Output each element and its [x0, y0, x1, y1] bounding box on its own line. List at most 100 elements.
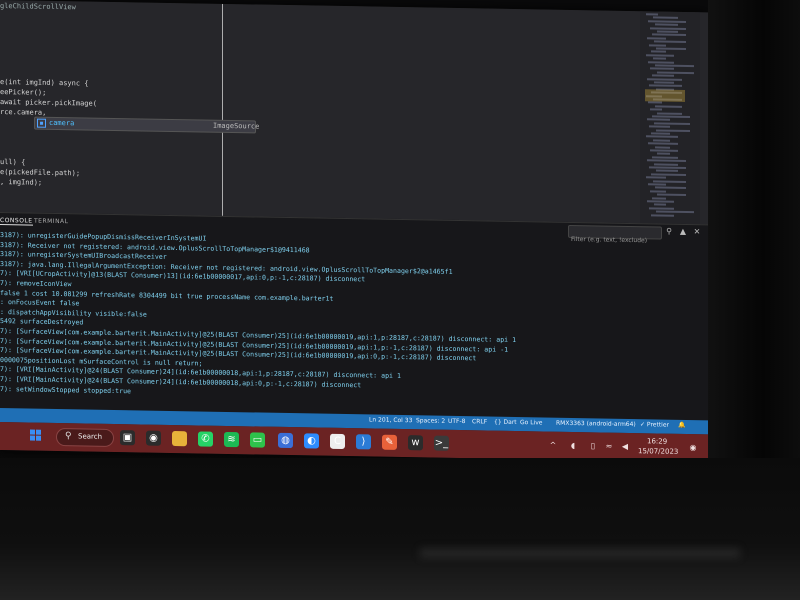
minimap-line: [646, 13, 658, 16]
capcut-glyph: C: [334, 435, 341, 447]
zoom-glyph: ◐: [307, 435, 316, 447]
code-line: eePicker();: [0, 88, 47, 97]
prettier-status[interactable]: ✓ Prettier: [640, 421, 669, 429]
filter-box[interactable]: [568, 224, 662, 247]
close-icon[interactable]: ✕: [692, 227, 702, 237]
lock-icon[interactable]: ▲: [678, 227, 688, 237]
minimap-line: [649, 84, 682, 88]
suggestion-label: camera: [49, 118, 75, 128]
minimap-line: [648, 101, 662, 104]
minimap-line: [650, 149, 678, 152]
minimap-line: [654, 163, 678, 166]
minimap-line: [650, 108, 662, 111]
code-line: e(int imgInd) async {: [0, 78, 89, 88]
code-line: , imgInd);: [0, 178, 43, 187]
suggestion-detail: ImageSource: [213, 121, 260, 131]
minimap-line: [653, 57, 666, 60]
minimap-line: [648, 20, 686, 23]
monitor-screen: gleChildScrollView e(int imgInd) async {…: [0, 0, 708, 463]
windows-start-icon[interactable]: [30, 429, 42, 442]
minimap-line: [655, 105, 682, 108]
file-explorer-icon[interactable]: [172, 431, 187, 447]
minimap-line: [646, 176, 666, 179]
minimap-line: [655, 146, 670, 149]
minimap-line: [652, 196, 666, 200]
minimap-line: [651, 173, 686, 176]
go-live-button[interactable]: Go Live: [520, 419, 542, 426]
minimap-line: [653, 16, 678, 20]
device-selector[interactable]: RMX3363 (android-arm64): [556, 420, 636, 428]
vscode-glyph: ⟩: [361, 436, 366, 448]
code-editor[interactable]: gleChildScrollView e(int imgInd) async {…: [0, 0, 708, 225]
autocomplete-suggestion[interactable]: ▪ camera ImageSource: [34, 116, 260, 134]
minimap-line: [657, 152, 670, 156]
whatsapp-glyph: ✆: [201, 433, 210, 445]
chat-glyph: ◍: [281, 434, 290, 447]
minimap-line: [651, 132, 670, 135]
minimap-line: [652, 156, 678, 159]
tab-debug-console[interactable]: Console: [0, 217, 33, 226]
bluetooth-icon[interactable]: ◖: [568, 441, 578, 450]
minimap-line: [650, 190, 666, 193]
minimap-line: [655, 186, 686, 190]
monitor-bezel-bottom: [0, 458, 800, 600]
minimap-line: [647, 200, 674, 203]
minimap-line: [656, 47, 686, 50]
editor-ruler: [222, 3, 223, 216]
minimap-line: [654, 81, 674, 84]
console-output[interactable]: 3187): unregisterGuidePopupDismissReceiv…: [0, 231, 705, 406]
task-view-glyph: ▣: [122, 432, 133, 444]
line-ending[interactable]: CRLF: [472, 418, 487, 425]
terminal-glyph: >_: [434, 437, 449, 449]
cursor-position[interactable]: Ln 201, Col 33: [369, 416, 412, 424]
minimap-line: [652, 115, 690, 119]
minimap-line: [647, 77, 682, 81]
volume-icon[interactable]: ◀: [620, 442, 630, 451]
minimap-line: [653, 139, 670, 142]
minimap-line: [647, 37, 666, 40]
chevron-up-icon[interactable]: ^: [548, 441, 558, 450]
minimap-line: [649, 125, 670, 128]
chrome-glyph: ◉: [149, 432, 158, 444]
language-mode[interactable]: {} Dart: [494, 419, 517, 426]
tab-terminal[interactable]: Terminal: [34, 218, 69, 226]
minimap-highlight: [645, 89, 685, 102]
minimap-line: [657, 193, 686, 197]
indentation[interactable]: Spaces: 2: [416, 417, 445, 425]
minimap-line: [647, 159, 686, 163]
minimap-line: [649, 166, 686, 169]
minimap-line: [653, 179, 686, 183]
clock-time[interactable]: 16:29: [647, 437, 667, 445]
minimap-line: [657, 112, 682, 115]
debug-console-panel: Console Terminal ⚲ ▲ ✕ 3187): unregister…: [0, 212, 708, 422]
webex-glyph: w: [411, 437, 420, 449]
minimap-line: [648, 60, 674, 64]
minimap-line: [656, 210, 694, 214]
minimap[interactable]: [640, 11, 700, 225]
minimap-line: [646, 135, 678, 139]
breadcrumb[interactable]: gleChildScrollView: [0, 2, 76, 11]
encoding[interactable]: UTF-8: [448, 418, 466, 425]
taskbar-search[interactable]: ⚲ Search: [56, 427, 114, 447]
minimap-line: [652, 74, 674, 77]
paint-glyph: ✎: [385, 436, 394, 448]
minimap-line: [650, 67, 674, 71]
minimap-line: [655, 23, 678, 27]
minimap-line: [655, 64, 694, 68]
minimap-line: [656, 129, 690, 132]
notifications-icon[interactable]: 🔔: [678, 422, 685, 429]
code-line: ull) {: [0, 158, 26, 167]
minimap-line: [647, 118, 670, 122]
minimap-line: [650, 26, 686, 30]
minimap-line: [657, 30, 678, 33]
minimap-line: [651, 50, 666, 54]
wifi-icon[interactable]: ≈: [604, 442, 614, 451]
spotify-glyph: ≋: [227, 433, 236, 446]
usb-icon[interactable]: ▯: [588, 441, 598, 450]
minimap-line: [646, 54, 674, 57]
clock-date[interactable]: 15/07/2023: [638, 447, 678, 456]
filter-icon[interactable]: ⚲: [664, 227, 674, 237]
notification-center-icon[interactable]: ◉: [688, 443, 698, 452]
monitor-glint: [420, 548, 740, 558]
minimap-line: [654, 122, 690, 125]
